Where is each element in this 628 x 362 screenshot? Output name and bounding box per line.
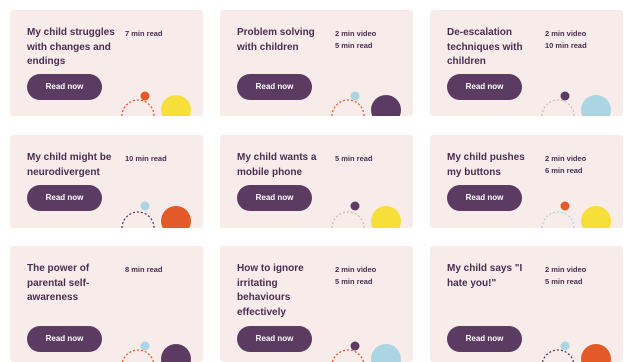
article-card[interactable]: De-escalation techniques with children 2… [430,10,623,116]
card-duration: 2 min video 5 min read [335,264,397,288]
decor-arc [331,99,365,116]
decor-circle [581,344,611,362]
decor-circle [371,95,401,116]
decor-arc [331,211,365,228]
card-duration: 10 min read [125,153,187,165]
duration-read: 5 min read [335,154,373,163]
article-card[interactable]: My child might be neurodivergent 10 min … [10,135,203,228]
card-duration: 2 min video 10 min read [545,28,607,52]
duration-video: 2 min video [335,265,377,274]
read-now-button[interactable]: Read now [237,326,312,352]
decor-arc [541,211,575,228]
card-title: How to ignore irritating behaviours effe… [237,263,304,318]
duration-video: 2 min video [545,154,587,163]
card-title: My child says "I hate you!" [447,263,523,289]
duration-read: 5 min read [545,277,583,286]
decor-circle [161,206,191,228]
duration-read: 10 min read [545,41,587,50]
card-title: De-escalation techniques with children [447,27,523,67]
duration-video: 2 min video [545,265,587,274]
read-now-button[interactable]: Read now [27,185,102,211]
duration-video: 2 min video [545,29,587,38]
duration-read: 10 min read [125,154,167,163]
duration-read: 5 min read [335,277,373,286]
decor-arc [541,349,575,362]
read-now-button[interactable]: Read now [27,74,102,100]
article-card[interactable]: My child wants a mobile phone 5 min read… [220,135,413,228]
decor-arc [121,99,155,116]
card-duration: 2 min video 6 min read [545,153,607,177]
read-now-button[interactable]: Read now [237,74,312,100]
decor-circle [371,206,401,228]
decor-dot [140,91,150,101]
decor-dot [560,201,570,211]
card-duration: 7 min read [125,28,187,40]
decor-circle [371,344,401,362]
read-now-button[interactable]: Read now [447,185,522,211]
card-duration: 2 min video 5 min read [545,264,607,288]
duration-read: 8 min read [125,265,163,274]
decor-arc [541,99,575,116]
read-now-button[interactable]: Read now [447,74,522,100]
decor-dot [140,341,150,351]
card-duration: 5 min read [335,153,397,165]
card-title: Problem solving with children [237,27,315,53]
decor-dot [350,201,360,211]
card-title: The power of parental self-awareness [27,263,90,303]
card-title: My child pushes my buttons [447,152,525,178]
decor-arc [121,211,155,228]
card-title: My child struggles with changes and endi… [27,27,115,67]
duration-read: 6 min read [545,166,583,175]
decor-dot [560,91,570,101]
duration-video: 2 min video [335,29,377,38]
duration-read: 5 min read [335,41,373,50]
article-card[interactable]: My child pushes my buttons 2 min video 6… [430,135,623,228]
read-now-button[interactable]: Read now [447,326,522,352]
decorative-shapes [121,201,191,228]
decor-arc [121,349,155,362]
read-now-button[interactable]: Read now [27,326,102,352]
article-card-grid: My child struggles with changes and endi… [0,0,628,362]
decor-dot [350,91,360,101]
article-card[interactable]: How to ignore irritating behaviours effe… [220,246,413,362]
article-card[interactable]: Problem solving with children 2 min vide… [220,10,413,116]
article-card[interactable]: The power of parental self-awareness 8 m… [10,246,203,362]
article-card[interactable]: My child says "I hate you!" 2 min video … [430,246,623,362]
decor-dot [560,341,570,351]
article-card[interactable]: My child struggles with changes and endi… [10,10,203,116]
card-title: My child wants a mobile phone [237,152,317,178]
card-duration: 8 min read [125,264,187,276]
decorative-shapes [541,201,611,228]
decor-circle [161,344,191,362]
decorative-shapes [331,201,401,228]
decor-circle [161,95,191,116]
read-now-button[interactable]: Read now [237,185,312,211]
duration-read: 7 min read [125,29,163,38]
decor-dot [350,341,360,351]
card-title: My child might be neurodivergent [27,152,112,178]
decor-circle [581,206,611,228]
card-duration: 2 min video 5 min read [335,28,397,52]
decor-circle [581,95,611,116]
decor-dot [140,201,150,211]
decor-arc [331,349,365,362]
